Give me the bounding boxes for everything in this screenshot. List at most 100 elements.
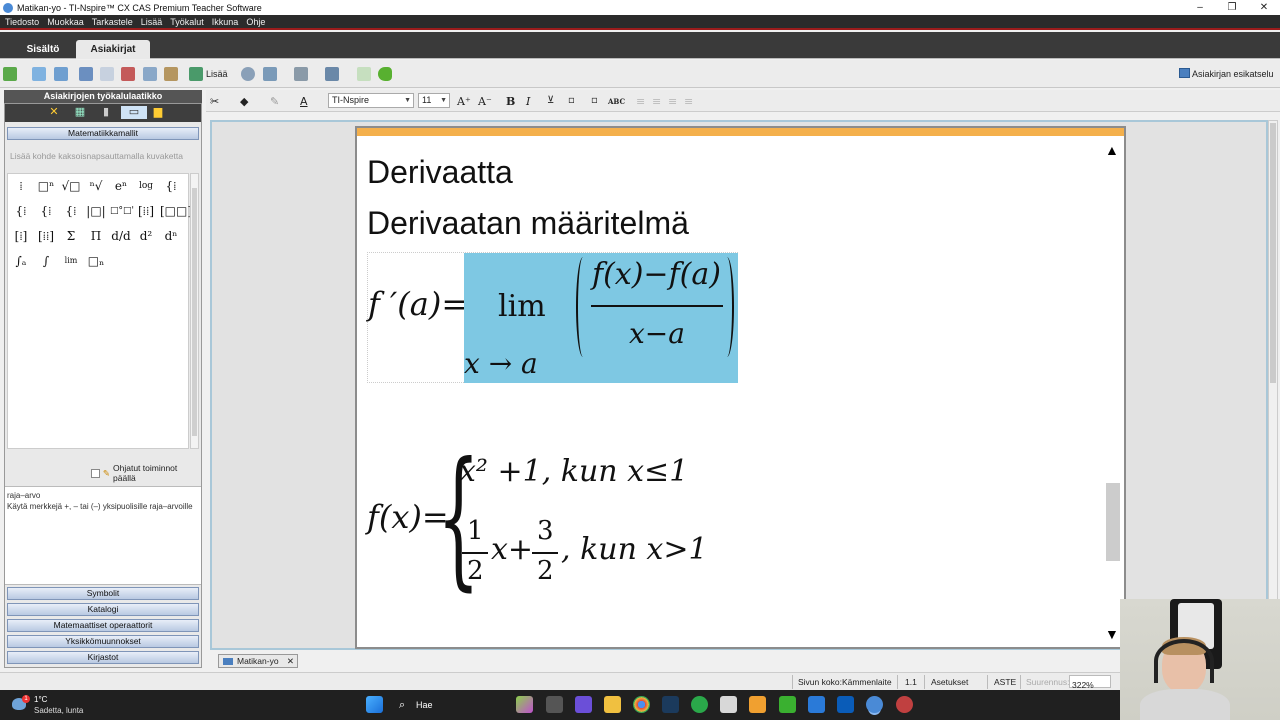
nth-derivative-template-icon[interactable]: dⁿ [160,226,182,246]
subscript-template-icon[interactable]: □ₙ [85,251,107,271]
scroll-up-icon[interactable]: ▲ [1105,142,1119,158]
angle-mode-status[interactable]: ASTE [994,677,1016,687]
page-layout-icon[interactable] [263,67,277,81]
templates-scrollbar[interactable] [190,173,199,449]
notes-page[interactable]: Derivaatta Derivaatan määritelmä f ′(a)=… [355,126,1126,649]
ti-nspire-taskbar-icon[interactable] [866,696,883,713]
second-derivative-template-icon[interactable]: d² [135,226,157,246]
work-area-scrollbar[interactable] [1268,120,1278,650]
guided-functions-toggle[interactable]: ✎ Ohjatut toiminnot päällä [91,463,201,483]
page-scrollbar[interactable]: ▲ ▼ [1105,142,1121,642]
steam-icon[interactable] [662,696,679,713]
indefinite-integral-template-icon[interactable]: ∫ [35,251,57,271]
piecewise-n-template-icon[interactable]: {⁞ [10,201,32,221]
work-area-scroll-thumb[interactable] [1270,123,1276,383]
section-catalog[interactable]: Katalogi [7,603,199,616]
open-icon[interactable] [32,67,46,81]
e-exponent-template-icon[interactable]: eⁿ [110,176,132,196]
decrease-font-icon[interactable]: A⁻ [478,95,492,108]
align-right-icon[interactable]: ≡ [668,95,677,108]
start-icon[interactable] [366,696,383,713]
align-left-icon[interactable]: ≡ [636,95,645,108]
piecewise2-template-icon[interactable]: {⁞ [160,176,182,196]
document-preview-button[interactable]: Asiakirjan esikatselu [1192,69,1274,79]
chrome-icon[interactable] [633,696,650,713]
system-n-template-icon[interactable]: {⁞ [60,201,82,221]
menu-window[interactable]: Ikkuna [212,17,239,27]
new-document-icon[interactable] [3,67,17,81]
piecewise-function[interactable]: f(x)= { x² +1, kun x≤1 1 2 x+ 3 2 , kun … [367,434,727,604]
zoom-select[interactable]: 322% [1069,675,1111,690]
utilities-icon[interactable]: ▭ [121,106,147,119]
insert-button[interactable]: Lisää [206,69,228,79]
insert-icon[interactable] [189,67,203,81]
matrix-mn-template-icon[interactable]: [⁞⁞] [35,226,57,246]
square-root-template-icon[interactable]: √□ [60,176,82,196]
menu-tools[interactable]: Työkalut [170,17,204,27]
content-explorer-icon[interactable]: ▆ [151,106,165,119]
tools-menu-icon[interactable]: ✂ [210,95,219,108]
increase-font-icon[interactable]: A⁺ [457,95,471,108]
task-view-icon[interactable] [546,696,563,713]
fraction-template-icon[interactable]: ⁞ [10,176,32,196]
scroll-down-icon[interactable]: ▼ [1105,626,1119,642]
section-libraries[interactable]: Kirjastot [7,651,199,664]
guided-checkbox[interactable] [91,468,100,478]
copy-icon[interactable] [143,67,157,81]
column-vector-template-icon[interactable]: [⁞] [10,226,32,246]
notepad-icon[interactable] [720,696,737,713]
product-template-icon[interactable]: Π [85,226,107,246]
sum-template-icon[interactable]: Σ [60,226,82,246]
weather-widget[interactable]: 1 1°C Sadetta, lunta [10,694,100,716]
document-tab[interactable]: Matikan-yo ✕ [218,654,298,668]
redo-icon[interactable] [100,67,114,81]
align-center-icon[interactable]: ≡ [652,95,661,108]
page-sorter-icon[interactable]: ▦ [73,106,87,119]
variables-icon[interactable] [241,67,255,81]
spell-check-button[interactable]: ABC [608,97,625,106]
selected-limit-expression[interactable]: lim x → a f(x)−f(a) x−a [464,253,738,383]
forward-arrow-icon[interactable] [378,67,392,81]
screenshot-icon[interactable] [294,67,308,81]
recorder-icon[interactable] [896,696,913,713]
close-button[interactable]: ✕ [1248,0,1280,15]
nth-root-template-icon[interactable]: ⁿ√ [85,176,107,196]
math-templates-bar[interactable]: Matematiikkamallit [7,127,199,140]
menu-view[interactable]: Tarkastele [92,17,133,27]
paste-icon[interactable] [164,67,178,81]
scratchpad-icon[interactable]: ▮ [99,106,113,119]
tab-content[interactable]: Sisältö [14,40,72,59]
page-scroll-thumb[interactable] [1106,483,1120,561]
log-template-icon[interactable]: log [135,176,157,196]
xbox-icon[interactable] [691,696,708,713]
undo-icon[interactable] [79,67,93,81]
font-size-select[interactable]: 11 ▼ [418,93,450,108]
file-explorer-icon[interactable] [604,696,621,713]
templates-scroll-thumb[interactable] [192,188,197,436]
italic-button[interactable]: I [526,95,530,108]
maximize-button[interactable]: ❐ [1216,0,1248,15]
menu-help[interactable]: Ohje [246,17,265,27]
section-math-operators[interactable]: Matemaattiset operaattorit [7,619,199,632]
page-size-status[interactable]: Sivun koko:Kämmenlaite [798,677,892,687]
exponent-template-icon[interactable]: □ⁿ [35,176,57,196]
transfer-icon[interactable] [325,67,339,81]
media-icon[interactable] [749,696,766,713]
menu-file[interactable]: Tiedosto [5,17,39,27]
menu-edit[interactable]: Muokkaa [47,17,84,27]
save-icon[interactable] [54,67,68,81]
derivative-definition-box[interactable]: f ′(a)= lim x → a f(x)−f(a) x−a [367,252,738,383]
bold-button[interactable]: B [506,95,515,108]
tab-documents[interactable]: Asiakirjat [76,40,150,59]
minimize-button[interactable]: – [1184,0,1216,15]
close-tab-icon[interactable]: ✕ [287,655,294,667]
vscode-icon[interactable] [808,696,825,713]
outlook-icon[interactable] [837,696,854,713]
menu-insert[interactable]: Lisää [141,17,163,27]
back-arrow-icon[interactable] [357,67,371,81]
limit-template-icon[interactable]: lim [60,251,82,271]
section-symbols[interactable]: Symbolit [7,587,199,600]
derivative-template-icon[interactable]: d/d [110,226,132,246]
settings-status[interactable]: Asetukset [931,677,968,687]
system2-template-icon[interactable]: {⁞ [35,201,57,221]
